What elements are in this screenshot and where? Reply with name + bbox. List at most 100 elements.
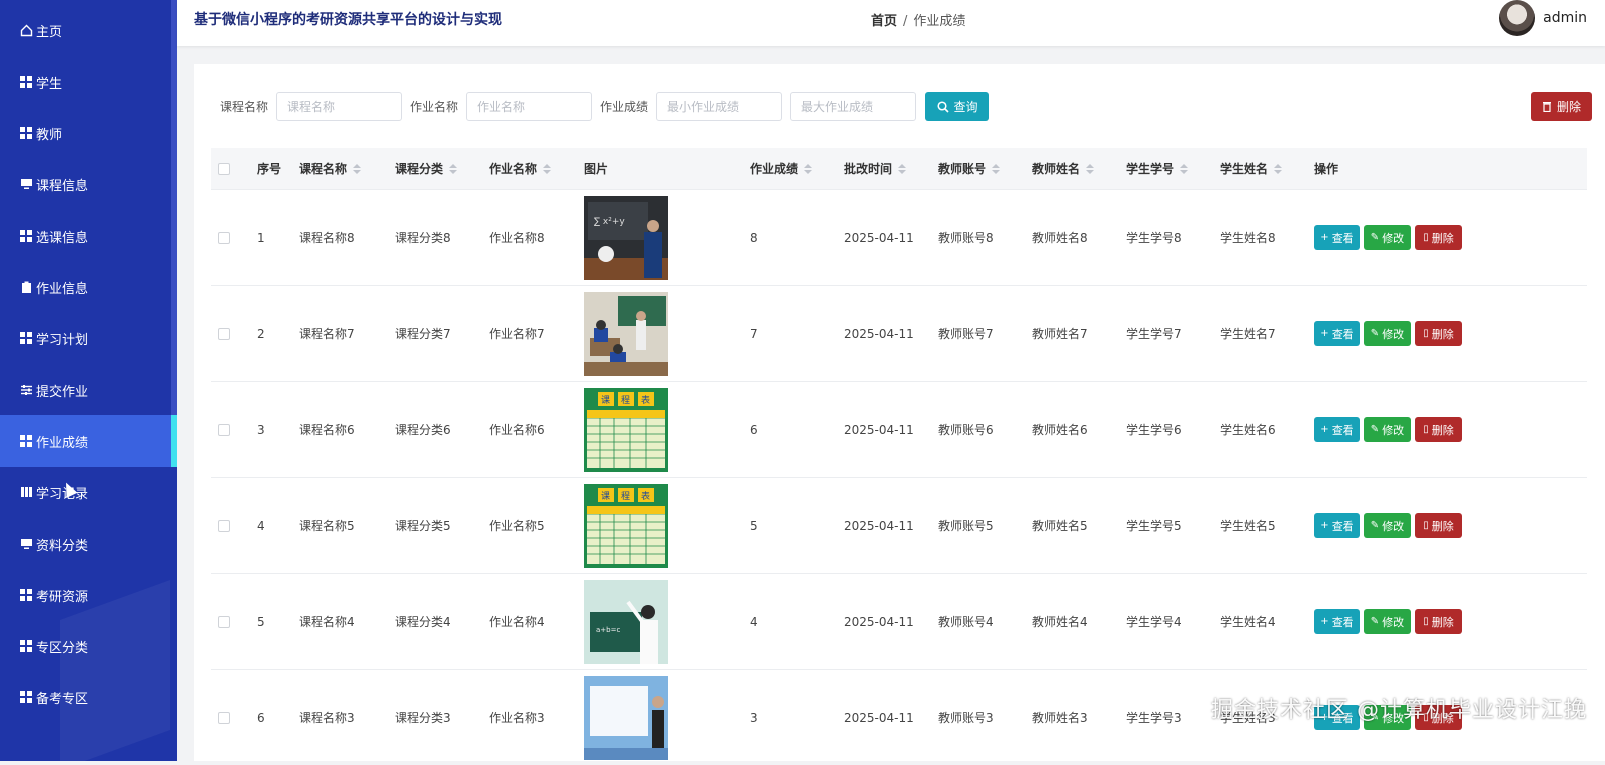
sidebar-item[interactable]: 考研资源: [0, 569, 177, 621]
edit-button[interactable]: ✎ 修改: [1364, 609, 1411, 634]
sort-icon[interactable]: [543, 163, 552, 174]
edit-icon: ✎: [1370, 232, 1380, 243]
view-button[interactable]: + 查看: [1314, 513, 1360, 538]
image-cell[interactable]: [584, 286, 750, 381]
query-button[interactable]: 查询: [925, 92, 990, 121]
sidebar-item[interactable]: 学习记录: [0, 466, 177, 518]
teacher-name-cell: 教师姓名7: [1032, 286, 1126, 381]
sidebar-item[interactable]: 作业成绩: [0, 415, 177, 467]
column-header[interactable]: 作业名称: [489, 148, 584, 189]
breadcrumb-separator: /: [903, 14, 908, 29]
course-name-input[interactable]: [276, 92, 403, 121]
row-checkbox[interactable]: [218, 231, 230, 244]
course-name-cell-text: 课程名称5: [299, 519, 355, 533]
sidebar-item[interactable]: 专区分类: [0, 620, 177, 672]
delete-button[interactable]: ▯ 删除: [1415, 609, 1462, 634]
image-cell[interactable]: a+b=c: [584, 574, 750, 669]
edit-button[interactable]: ✎ 修改: [1364, 321, 1411, 346]
column-header[interactable]: 学生姓名: [1220, 148, 1314, 189]
column-header[interactable]: 作业成绩: [750, 148, 844, 189]
sidebar-item[interactable]: 作业信息: [0, 261, 177, 313]
course-name-cell: 课程名称6: [299, 382, 395, 477]
edit-button[interactable]: ✎ 修改: [1364, 417, 1411, 442]
edit-button[interactable]: ✎ 修改: [1364, 225, 1411, 250]
course-name-cell: 课程名称4: [299, 574, 395, 669]
grid-icon: [19, 331, 33, 345]
select-all-checkbox[interactable]: [218, 162, 230, 175]
sort-icon[interactable]: [449, 163, 458, 174]
homework-thumbnail[interactable]: [584, 291, 668, 376]
column-header: 图片: [584, 148, 750, 189]
max-score-input[interactable]: [790, 92, 917, 121]
content-card: 课程名称 作业名称 作业成绩 查询 删除 序号课程名称课程分类作业名称图片作业成…: [194, 64, 1605, 761]
sidebar-item[interactable]: 学生: [0, 56, 177, 108]
delete-button[interactable]: ▯ 删除: [1415, 321, 1462, 346]
sort-icon[interactable]: [804, 163, 813, 174]
score-cell-text: 7: [750, 326, 758, 341]
sliders-icon: [19, 383, 33, 397]
student-name-cell-text: 学生姓名8: [1220, 231, 1276, 245]
row-actions: + 查看 ✎ 修改 ▯ 删除: [1314, 286, 1494, 381]
image-cell[interactable]: ∑ x²+y: [584, 190, 750, 285]
row-checkbox[interactable]: [218, 711, 230, 724]
student-name-cell: 学生姓名6: [1220, 382, 1314, 477]
image-cell[interactable]: 课程表: [584, 478, 750, 573]
delete-button[interactable]: ▯ 删除: [1415, 417, 1462, 442]
avatar[interactable]: [1499, 0, 1536, 36]
breadcrumb-home[interactable]: 首页: [871, 14, 897, 29]
homework-name-input[interactable]: [466, 92, 593, 121]
image-cell[interactable]: 课程表: [584, 382, 750, 477]
column-header[interactable]: 课程名称: [299, 148, 395, 189]
row-checkbox[interactable]: [218, 423, 230, 436]
sort-icon[interactable]: [1086, 163, 1095, 174]
score-cell-text: 5: [750, 518, 758, 533]
svg-text:a+b=c: a+b=c: [596, 626, 620, 634]
sort-icon[interactable]: [1180, 163, 1189, 174]
view-button[interactable]: + 查看: [1314, 609, 1360, 634]
column-header[interactable]: 学生学号: [1126, 148, 1220, 189]
sort-icon[interactable]: [353, 163, 362, 174]
view-button[interactable]: + 查看: [1314, 417, 1360, 442]
row-checkbox[interactable]: [218, 519, 230, 532]
grid-icon: [19, 126, 33, 140]
score-cell-text: 4: [750, 614, 758, 629]
sidebar-item[interactable]: 课程信息: [0, 158, 177, 210]
row-checkbox[interactable]: [218, 327, 230, 340]
grid-icon: [19, 434, 33, 448]
column-header[interactable]: 教师账号: [938, 148, 1032, 189]
column-header-label: 作业成绩: [750, 162, 799, 176]
homework-thumbnail[interactable]: ∑ x²+y: [584, 195, 668, 280]
min-score-input[interactable]: [656, 92, 783, 121]
homework-name-cell: 作业名称8: [489, 190, 584, 285]
delete-button[interactable]: ▯ 删除: [1415, 513, 1462, 538]
homework-thumbnail[interactable]: 课程表: [584, 387, 668, 472]
sidebar-item[interactable]: 备考专区: [0, 671, 177, 723]
homework-name-cell: 作业名称5: [489, 478, 584, 573]
sidebar-item[interactable]: 资料分类: [0, 518, 177, 570]
delete-button[interactable]: ▯ 删除: [1415, 225, 1462, 250]
edit-button[interactable]: ✎ 修改: [1364, 513, 1411, 538]
view-button[interactable]: + 查看: [1314, 321, 1360, 346]
sidebar-item[interactable]: 提交作业: [0, 364, 177, 416]
batch-delete-button[interactable]: 删除: [1531, 92, 1592, 121]
sort-icon[interactable]: [1274, 163, 1283, 174]
homework-thumbnail[interactable]: 课程表: [584, 483, 668, 568]
homework-thumbnail[interactable]: a+b=c: [584, 579, 668, 664]
column-header[interactable]: 课程分类: [395, 148, 489, 189]
graded-time-cell: 2025-04-11: [844, 670, 938, 765]
image-cell[interactable]: [584, 670, 750, 765]
user-menu[interactable]: admin: [1499, 0, 1587, 36]
view-button[interactable]: + 查看: [1314, 225, 1360, 250]
row-checkbox[interactable]: [218, 615, 230, 628]
column-header[interactable]: 教师姓名: [1032, 148, 1126, 189]
sidebar-item[interactable]: 主页: [0, 4, 177, 56]
column-header[interactable]: 批改时间: [844, 148, 938, 189]
home-icon: [19, 23, 33, 37]
sidebar-item[interactable]: 教师: [0, 107, 177, 159]
sidebar-item[interactable]: 学习计划: [0, 312, 177, 364]
sidebar-item[interactable]: 选课信息: [0, 210, 177, 262]
sort-icon[interactable]: [992, 163, 1001, 174]
sort-icon[interactable]: [898, 163, 907, 174]
course-category-cell: 课程分类4: [395, 574, 489, 669]
homework-thumbnail[interactable]: [584, 675, 668, 760]
